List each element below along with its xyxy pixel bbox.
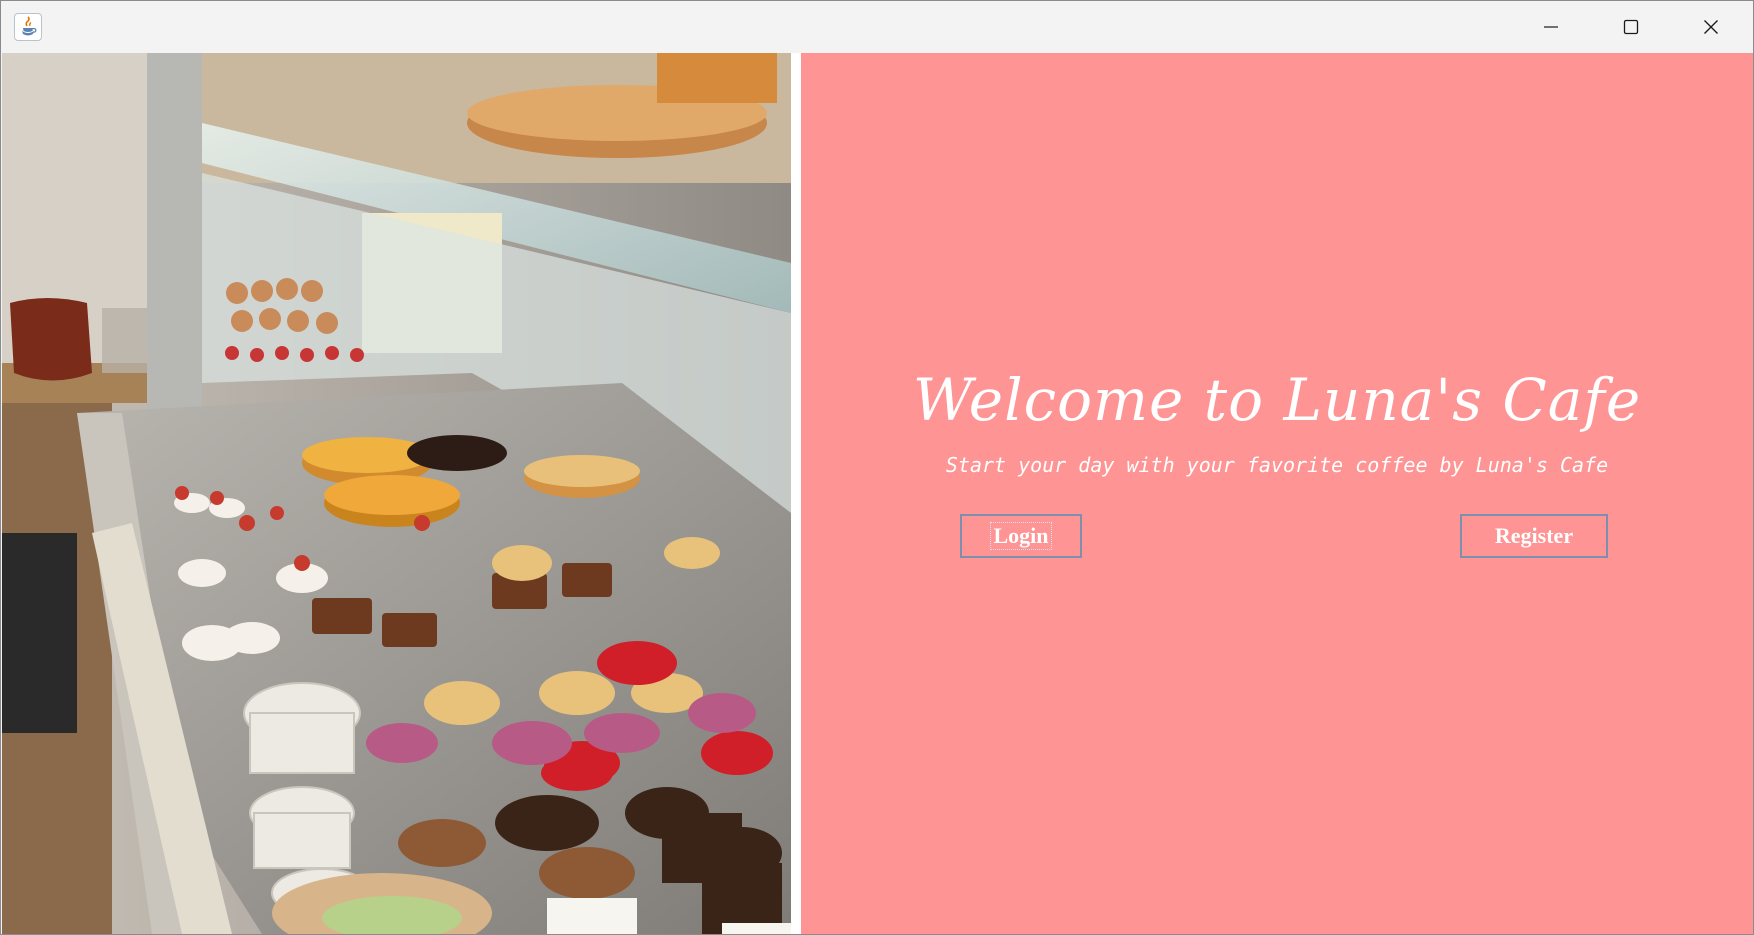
welcome-heading: Welcome to Luna's Cafe [912, 366, 1642, 434]
panel-divider [791, 53, 801, 934]
bakery-display-photo [2, 53, 791, 934]
close-button[interactable] [1671, 1, 1751, 53]
minimize-icon [1544, 26, 1558, 28]
register-button[interactable]: Register [1460, 514, 1608, 558]
content-area: Welcome to Luna's Cafe Start your day wi… [2, 53, 1753, 934]
maximize-icon [1623, 19, 1639, 35]
title-bar[interactable] [1, 1, 1753, 53]
close-icon [1704, 20, 1718, 34]
app-window: Welcome to Luna's Cafe Start your day wi… [0, 0, 1754, 935]
login-button-label: Login [990, 522, 1052, 550]
minimize-button[interactable] [1511, 1, 1591, 53]
login-button[interactable]: Login [960, 514, 1082, 558]
maximize-button[interactable] [1591, 1, 1671, 53]
tagline-text: Start your day with your favorite coffee… [945, 453, 1609, 477]
register-button-label: Register [1494, 523, 1574, 548]
welcome-panel: Welcome to Luna's Cafe Start your day wi… [801, 53, 1753, 934]
java-coffee-cup-icon [14, 13, 42, 41]
